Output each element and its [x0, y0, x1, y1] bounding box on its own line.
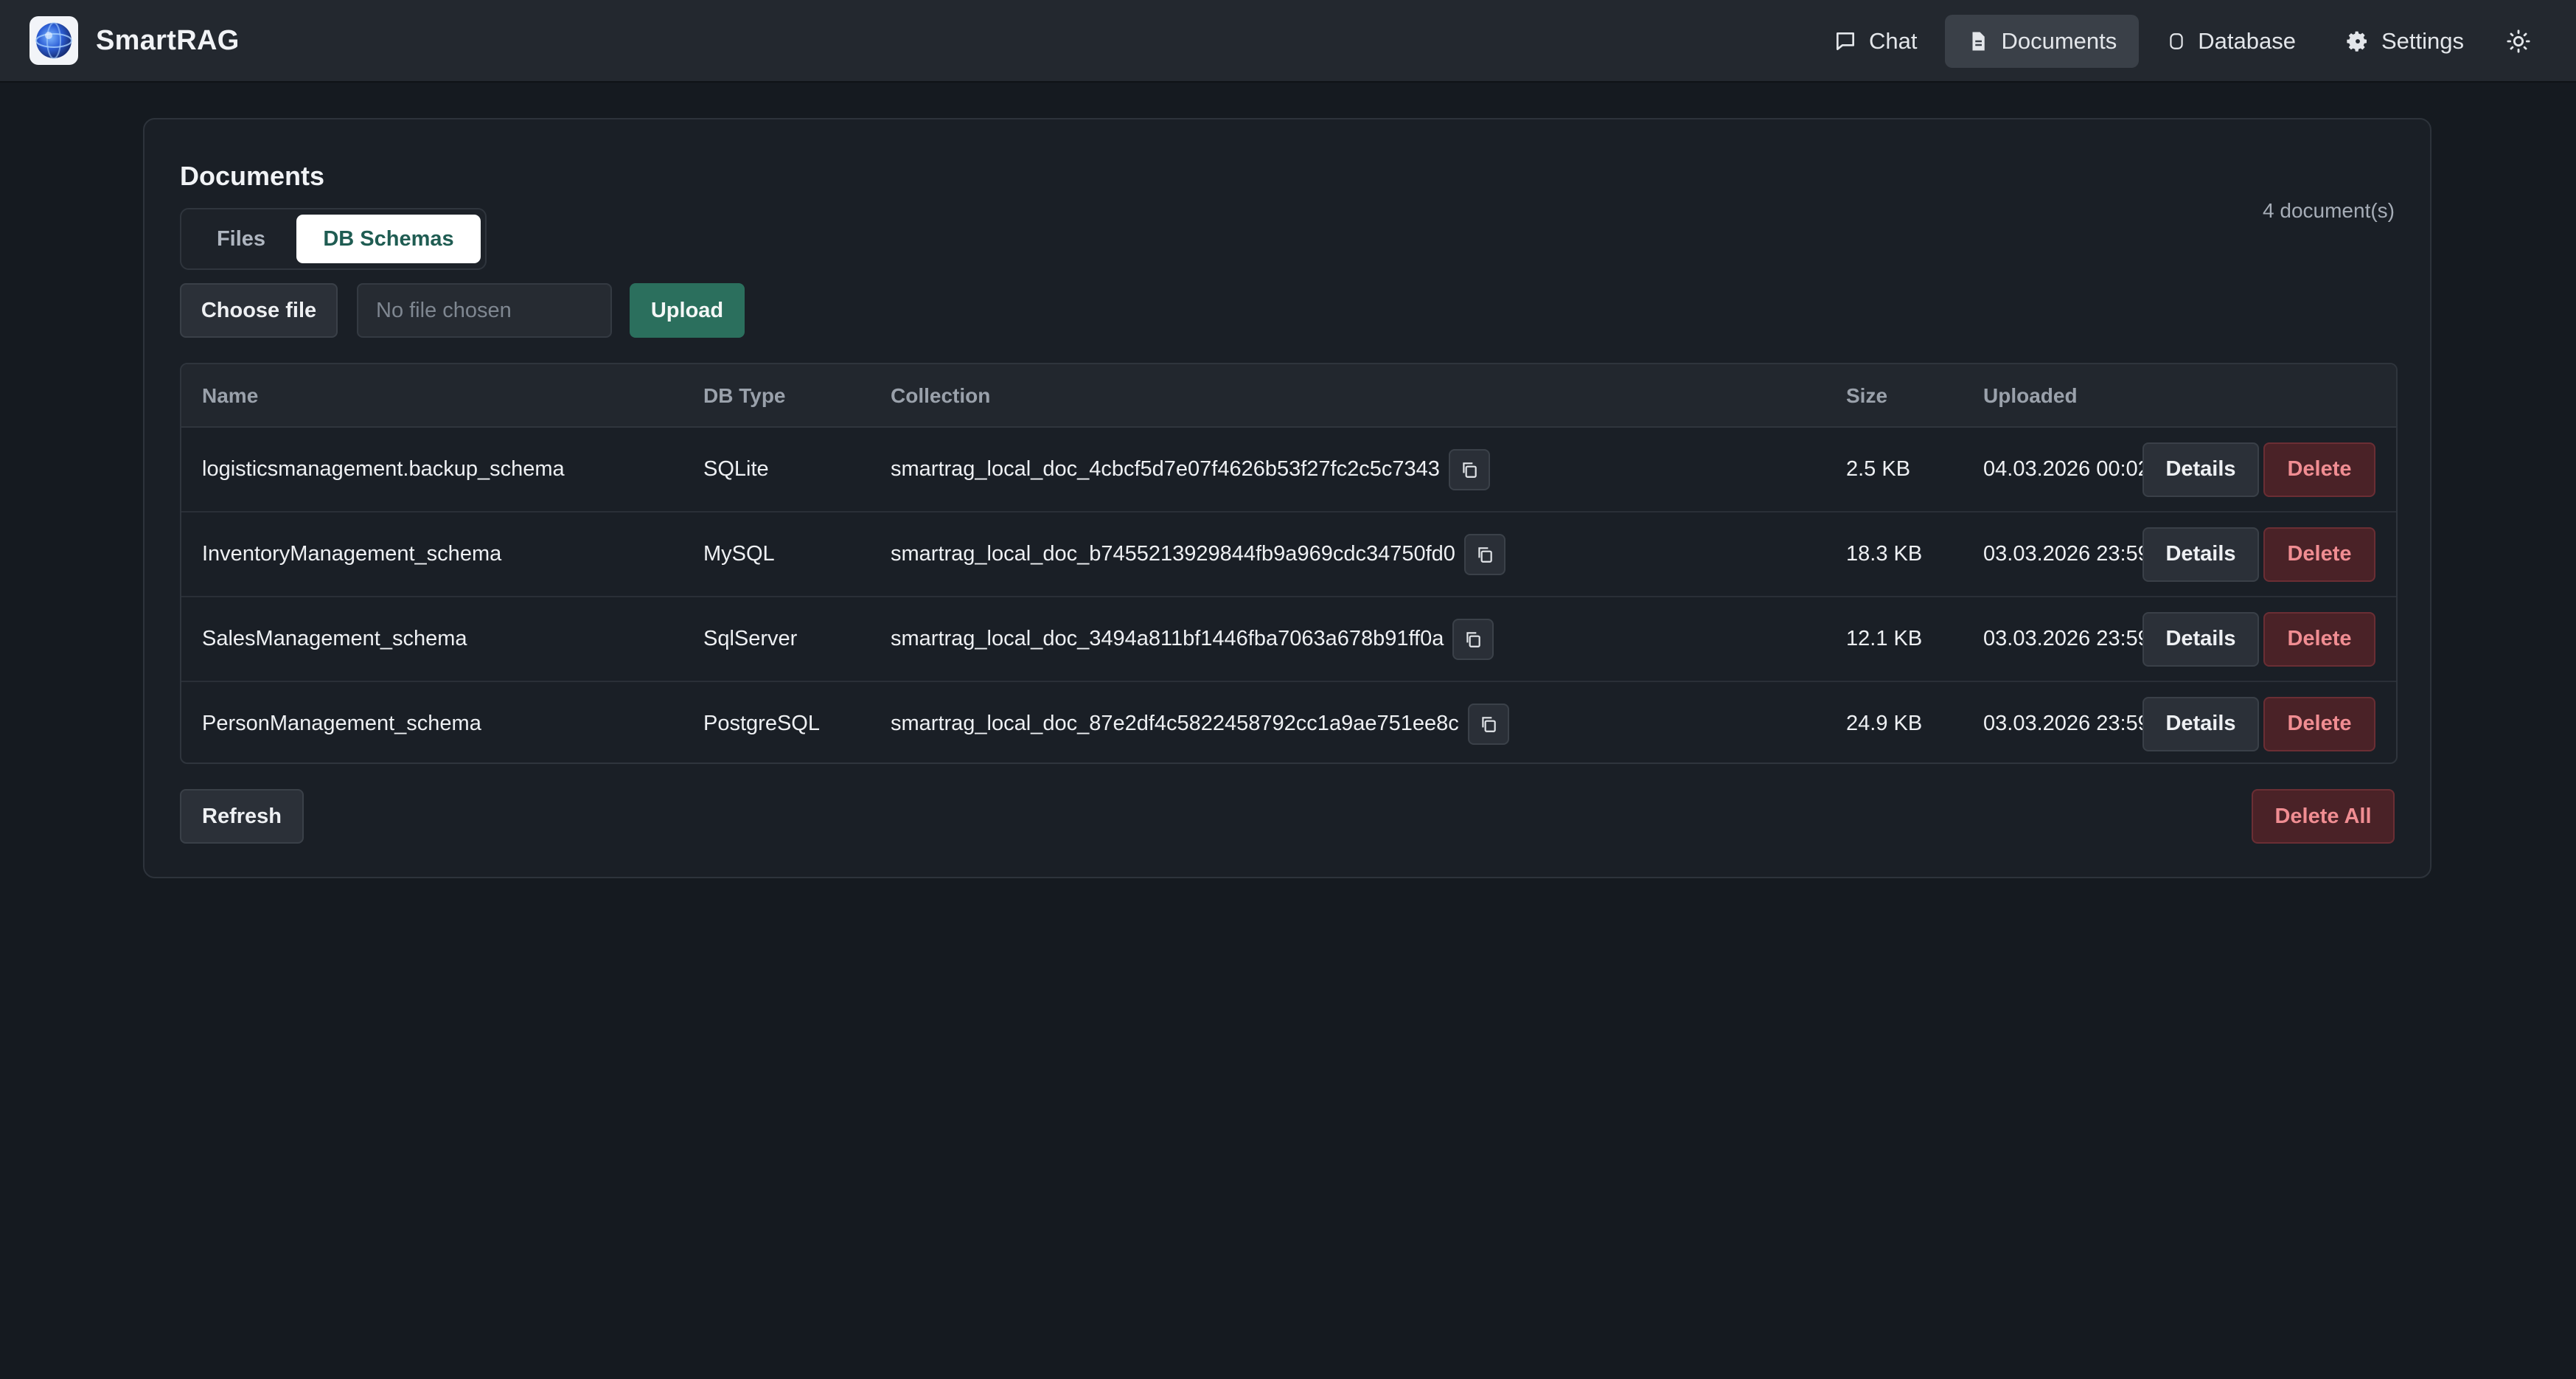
column-header-name: Name [202, 384, 259, 407]
schemas-table: Name DB Type Collection Size Uploaded lo… [180, 363, 2398, 764]
app-logo-icon [29, 16, 78, 65]
cell-db-type: PostgreSQL [703, 712, 820, 735]
cell-size: 2.5 KB [1846, 457, 1911, 481]
top-bar: SmartRAG Chat Documents Database Setting… [0, 0, 2576, 83]
cell-actions: Details Delete [2142, 682, 2375, 763]
copy-collection-button[interactable] [1452, 618, 1494, 660]
document-tabs: Files DB Schemas [180, 208, 487, 270]
delete-button[interactable]: Delete [2263, 442, 2375, 497]
column-header-collection: Collection [891, 384, 991, 407]
nav-settings[interactable]: Settings [2324, 15, 2486, 68]
column-header-db-type: DB Type [703, 384, 786, 407]
table-row: logisticsmanagement.backup_schema SQLite… [181, 428, 2396, 513]
upload-bar: Choose file No file chosen Upload [180, 283, 745, 338]
tab-db-schemas[interactable]: DB Schemas [296, 215, 481, 263]
table-row: InventoryManagement_schema MySQL smartra… [181, 513, 2396, 597]
cell-name: InventoryManagement_schema [202, 542, 502, 566]
delete-button[interactable]: Delete [2263, 527, 2375, 582]
nav-chat-label: Chat [1868, 28, 1918, 54]
copy-collection-button[interactable] [1463, 533, 1505, 575]
choose-file-button[interactable]: Choose file [180, 283, 338, 338]
details-button[interactable]: Details [2142, 696, 2259, 751]
cell-name: PersonManagement_schema [202, 712, 481, 735]
delete-button[interactable]: Delete [2263, 611, 2375, 667]
file-status-field[interactable]: No file chosen [357, 283, 612, 338]
cell-size: 24.9 KB [1846, 712, 1923, 735]
cell-name: logisticsmanagement.backup_schema [202, 457, 565, 481]
table-row: PersonManagement_schema PostgreSQL smart… [181, 682, 2396, 763]
database-icon [2170, 33, 2183, 49]
upload-button[interactable]: Upload [630, 283, 745, 338]
cell-collection: smartrag_local_doc_4cbcf5d7e07f4626b53f2… [891, 428, 1490, 511]
cell-db-type: SQLite [703, 457, 769, 481]
documents-card: Documents 4 document(s) Files DB Schemas… [143, 118, 2431, 878]
delete-all-button[interactable]: Delete All [2252, 789, 2395, 844]
nav-chat[interactable]: Chat [1811, 15, 1939, 68]
main-nav: Chat Documents Database Settings [1806, 13, 2547, 69]
document-icon [1972, 32, 1985, 51]
collection-id: smartrag_local_doc_87e2df4c5822458792cc1… [891, 712, 1459, 735]
column-header-uploaded: Uploaded [1983, 384, 2078, 407]
copy-collection-button[interactable] [1448, 448, 1490, 490]
nav-settings-label: Settings [2381, 28, 2464, 54]
details-button[interactable]: Details [2142, 611, 2259, 667]
details-button[interactable]: Details [2142, 442, 2259, 497]
app-title: SmartRAG [96, 24, 240, 56]
copy-icon [1482, 716, 1496, 732]
theme-toggle-button[interactable] [2490, 15, 2547, 68]
nav-database-label: Database [2198, 28, 2296, 54]
sun-icon [2507, 29, 2530, 53]
column-header-size: Size [1846, 384, 1888, 407]
cell-name: SalesManagement_schema [202, 627, 467, 650]
table-row: SalesManagement_schema SqlServer smartra… [181, 597, 2396, 682]
brand[interactable]: SmartRAG [29, 16, 240, 65]
page-title: Documents [180, 161, 325, 191]
chat-bubble-icon [1836, 32, 1854, 50]
cell-collection: smartrag_local_doc_87e2df4c5822458792cc1… [891, 682, 1509, 763]
delete-button[interactable]: Delete [2263, 696, 2375, 751]
cell-actions: Details Delete [2142, 597, 2375, 681]
collection-id: smartrag_local_doc_b7455213929844fb9a969… [891, 542, 1455, 566]
copy-icon [1478, 546, 1492, 563]
nav-documents[interactable]: Documents [1945, 15, 2140, 68]
cell-actions: Details Delete [2142, 428, 2375, 511]
copy-icon [1463, 462, 1477, 478]
collection-id: smartrag_local_doc_3494a811bf1446fba7063… [891, 627, 1444, 650]
copy-collection-button[interactable] [1467, 703, 1509, 745]
cell-collection: smartrag_local_doc_3494a811bf1446fba7063… [891, 597, 1494, 681]
cell-actions: Details Delete [2142, 513, 2375, 596]
cell-collection: smartrag_local_doc_b7455213929844fb9a969… [891, 513, 1505, 596]
cell-size: 18.3 KB [1846, 542, 1923, 566]
document-count: 4 document(s) [2263, 199, 2395, 222]
cell-size: 12.1 KB [1846, 627, 1923, 650]
refresh-button[interactable]: Refresh [180, 789, 304, 844]
cell-db-type: SqlServer [703, 627, 798, 650]
tab-files[interactable]: Files [186, 215, 296, 263]
details-button[interactable]: Details [2142, 527, 2259, 582]
copy-icon [1466, 631, 1481, 647]
collection-id: smartrag_local_doc_4cbcf5d7e07f4626b53f2… [891, 457, 1440, 481]
cell-db-type: MySQL [703, 542, 775, 566]
gear-icon [2347, 31, 2367, 52]
nav-database[interactable]: Database [2145, 15, 2318, 68]
table-header: Name DB Type Collection Size Uploaded [181, 364, 2396, 428]
nav-documents-label: Documents [2001, 28, 2117, 54]
